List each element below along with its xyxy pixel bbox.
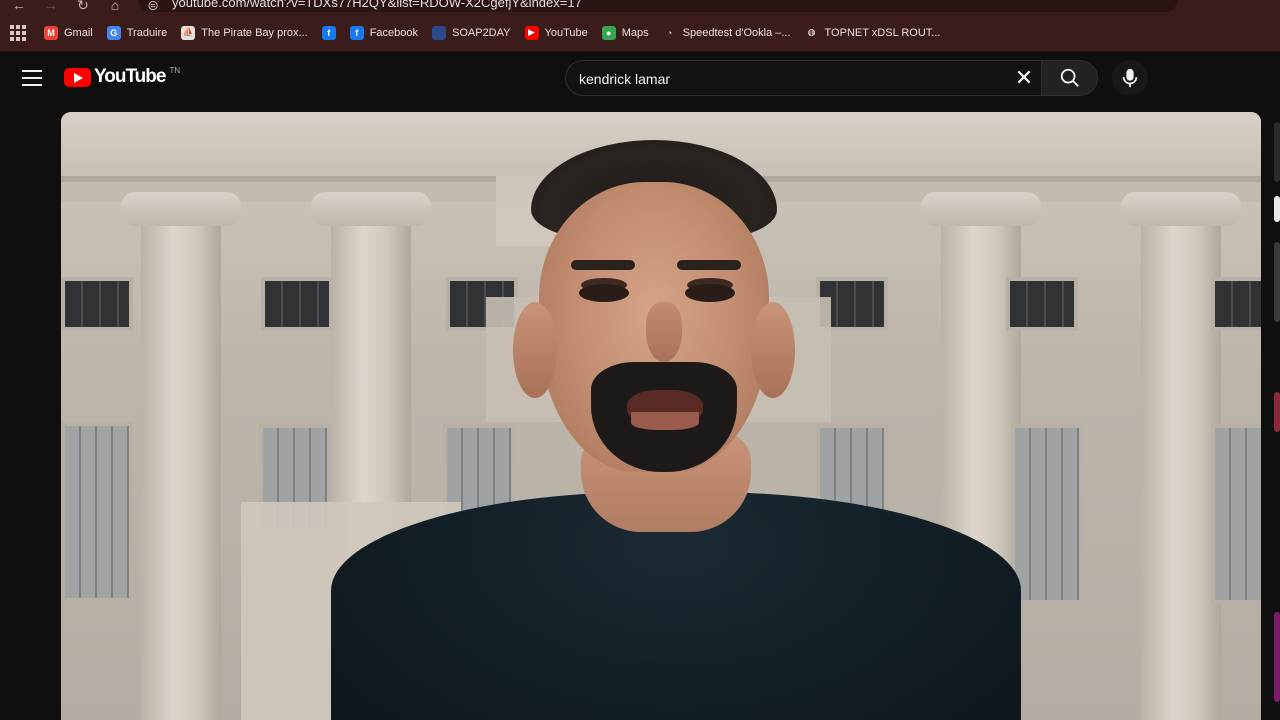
voice-search-button[interactable] — [1112, 60, 1148, 96]
soap2day-icon — [432, 25, 446, 40]
column — [1121, 192, 1241, 720]
bookmark-label: TOPNET xDSL ROUT... — [824, 26, 941, 39]
building-window — [1211, 424, 1261, 604]
person-ear — [751, 302, 795, 398]
bookmark-list: M Gmail G Traduire ⛵ The Pirate Bay prox... f f… — [44, 25, 954, 40]
person-eye — [579, 284, 629, 302]
country-code: TN — [169, 65, 181, 75]
bookmark-label: The Pirate Bay prox... — [201, 26, 308, 39]
youtube-icon: ▶ — [524, 25, 539, 40]
video-player[interactable] — [61, 112, 1261, 720]
person-eyebrow — [571, 260, 635, 270]
bookmark-label: Facebook — [369, 26, 418, 39]
column — [121, 192, 241, 720]
forward-arrow-icon[interactable]: → — [42, 0, 60, 14]
bookmark-item[interactable]: ⛵ The Pirate Bay prox... — [181, 25, 308, 40]
facebook-icon: f — [321, 25, 336, 40]
pirate-icon: ⛵ — [181, 25, 196, 40]
bookmark-item[interactable]: M Gmail — [44, 25, 93, 40]
home-icon[interactable]: ⌂ — [106, 0, 124, 14]
building-window — [1011, 424, 1083, 604]
person-eye — [685, 284, 735, 302]
bookmark-item[interactable]: ◔ Speedtest d'Ookla –... — [662, 25, 791, 40]
translate-icon: G — [106, 25, 121, 40]
person-ear — [513, 302, 557, 398]
bookmark-item[interactable]: f Facebook — [349, 25, 418, 40]
building-window — [61, 277, 133, 331]
youtube-masthead: YouTube TN ✕ — [0, 52, 1280, 108]
sidebar-edge — [1272, 112, 1280, 720]
reload-icon[interactable]: ↻ — [74, 0, 92, 14]
bookmarks-bar: M Gmail G Traduire ⛵ The Pirate Bay prox... f f… — [0, 14, 1280, 52]
building-window — [1211, 277, 1261, 331]
bookmark-label: YouTube — [544, 26, 588, 39]
maps-icon: ● — [601, 25, 616, 40]
search-icon — [1060, 68, 1079, 87]
youtube-play-icon — [64, 67, 91, 87]
bookmark-item[interactable]: ● Maps — [601, 25, 649, 40]
building-window — [61, 422, 133, 602]
bookmark-label: Traduire — [126, 26, 168, 39]
bookmark-label: SOAP2DAY — [452, 26, 511, 39]
gmail-icon: M — [44, 25, 58, 40]
search-input[interactable] — [579, 69, 999, 89]
bookmark-item[interactable]: ▶ YouTube — [524, 25, 588, 40]
bookmark-item[interactable]: f — [321, 25, 342, 40]
bookmark-item[interactable]: ◍ TOPNET xDSL ROUT... — [804, 25, 941, 40]
bookmark-item[interactable]: G Traduire — [106, 25, 168, 40]
bookmark-label: Maps — [621, 26, 649, 39]
bookmark-label: Gmail — [64, 26, 93, 39]
facebook-icon: f — [349, 25, 364, 40]
person-lip — [631, 412, 699, 430]
building-window — [1006, 277, 1078, 331]
bookmark-item[interactable]: SOAP2DAY — [432, 25, 511, 40]
globe-icon: ◍ — [804, 25, 819, 40]
youtube-logo[interactable]: YouTube TN — [64, 66, 180, 88]
url-text[interactable]: youtube.com/watch?v=TDXs77H2QY&list=RDOW… — [172, 0, 582, 10]
back-arrow-icon[interactable]: ← — [10, 0, 28, 14]
search-box: ✕ — [565, 60, 1042, 96]
site-info-icon[interactable]: ⊜ — [144, 0, 162, 14]
search-button[interactable] — [1042, 60, 1098, 96]
clear-search-icon[interactable]: ✕ — [1011, 65, 1037, 91]
speedtest-icon: ◔ — [662, 25, 677, 40]
youtube-wordmark: YouTube — [94, 66, 166, 87]
apps-grid-icon[interactable] — [10, 24, 26, 41]
microphone-icon — [1122, 68, 1138, 88]
menu-icon[interactable] — [22, 70, 42, 86]
browser-address-bar: ← → ↻ ⌂ ⊜ youtube.com/watch?v=TDXs77H2QY… — [0, 0, 1280, 14]
bookmark-label: Speedtest d'Ookla –... — [682, 26, 791, 39]
building-window — [261, 277, 333, 331]
person-eyebrow — [677, 260, 741, 270]
person-nose — [646, 302, 682, 362]
